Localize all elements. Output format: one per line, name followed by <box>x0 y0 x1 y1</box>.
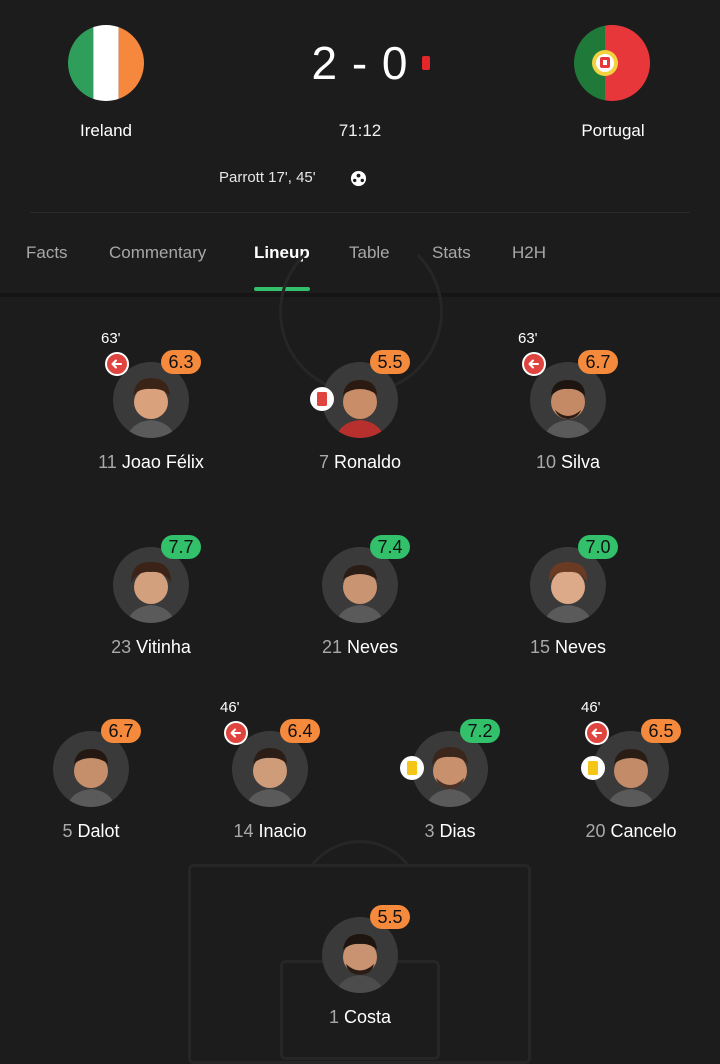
rating-badge: 6.3 <box>161 350 201 374</box>
player-ronaldo[interactable]: 5.5 7 Ronaldo <box>260 340 460 480</box>
player-name: 10 Silva <box>468 452 668 473</box>
player-number: 15 <box>529 637 550 657</box>
player-joao-felix[interactable]: 6.3 63' 11 Joao Félix <box>51 330 251 480</box>
player-ruben-neves[interactable]: 7.4 21 Neves <box>260 525 460 665</box>
rating-badge: 7.0 <box>578 535 618 559</box>
player-number: 21 <box>321 637 342 657</box>
rating-badge: 6.5 <box>641 719 681 743</box>
sub-minute: 46' <box>220 699 240 716</box>
rating-badge: 7.4 <box>370 535 410 559</box>
yellow-card-icon <box>400 756 424 780</box>
player-vitinha[interactable]: 7.7 23 Vitinha <box>51 525 251 665</box>
player-dias[interactable]: 7.2 3 Dias <box>350 709 550 849</box>
player-label: Joao Félix <box>121 452 204 472</box>
player-name: 3 Dias <box>350 821 550 842</box>
player-dalot[interactable]: 6.7 5 Dalot <box>0 709 191 849</box>
rating-badge: 5.5 <box>370 905 410 929</box>
sub-minute: 63' <box>101 330 121 347</box>
header-divider <box>30 212 690 213</box>
player-number: 23 <box>111 637 132 657</box>
player-number: 3 <box>424 821 435 841</box>
match-clock: 71:12 <box>338 121 382 140</box>
player-number: 20 <box>585 821 606 841</box>
player-number: 1 <box>328 1007 339 1027</box>
sub-off-arrow-icon <box>105 352 129 376</box>
player-joao-neves[interactable]: 7.0 15 Neves <box>468 525 668 665</box>
sub-off-arrow-icon <box>585 721 609 745</box>
red-card-icon <box>310 387 334 411</box>
player-number: 14 <box>233 821 254 841</box>
goal-scorer[interactable]: Parrott 17', 45' <box>219 169 316 186</box>
rating-badge: 6.7 <box>101 719 141 743</box>
player-name: 15 Neves <box>468 637 668 658</box>
player-label: Neves <box>347 637 399 657</box>
player-label: Dalot <box>77 821 120 841</box>
player-silva[interactable]: 6.7 63' 10 Silva <box>468 330 668 480</box>
player-label: Ronaldo <box>333 452 402 472</box>
player-number: 10 <box>535 452 556 472</box>
tab-h2h[interactable]: H2H <box>512 243 546 263</box>
player-label: Cancelo <box>610 821 677 841</box>
player-label: Costa <box>344 1007 392 1027</box>
rating-badge: 6.7 <box>578 350 618 374</box>
player-name: 5 Dalot <box>0 821 191 842</box>
football-icon <box>350 170 367 187</box>
player-name: 1 Costa <box>260 1007 460 1028</box>
player-number: 11 <box>98 452 117 472</box>
player-label: Neves <box>555 637 607 657</box>
tab-commentary[interactable]: Commentary <box>109 243 206 263</box>
rating-badge: 7.7 <box>161 535 201 559</box>
player-cancelo[interactable]: 6.5 46' 20 Cancelo <box>531 699 720 849</box>
sub-minute: 46' <box>581 699 601 716</box>
match-score: 2 - 0 <box>311 37 409 89</box>
sub-off-arrow-icon <box>522 352 546 376</box>
player-number: 5 <box>62 821 73 841</box>
live-indicator-icon <box>422 56 430 70</box>
rating-badge: 7.2 <box>460 719 500 743</box>
player-label: Vitinha <box>136 637 191 657</box>
tab-facts[interactable]: Facts <box>26 243 68 263</box>
rating-badge: 6.4 <box>280 719 320 743</box>
player-number: 7 <box>318 452 329 472</box>
player-costa[interactable]: 5.5 1 Costa <box>260 895 460 1035</box>
player-name: 20 Cancelo <box>531 821 720 842</box>
rating-badge: 5.5 <box>370 350 410 374</box>
sub-minute: 63' <box>518 330 538 347</box>
player-inacio[interactable]: 6.4 46' 14 Inacio <box>170 699 370 849</box>
sub-off-arrow-icon <box>224 721 248 745</box>
player-label: Silva <box>561 452 601 472</box>
player-name: 21 Neves <box>260 637 460 658</box>
player-name: 14 Inacio <box>170 821 370 842</box>
player-name: 7 Ronaldo <box>260 452 460 473</box>
player-label: Dias <box>439 821 476 841</box>
yellow-card-icon <box>581 756 605 780</box>
tab-stats[interactable]: Stats <box>432 243 471 263</box>
player-name: 23 Vitinha <box>51 637 251 658</box>
player-label: Inacio <box>258 821 307 841</box>
player-name: 11 Joao Félix <box>51 452 251 473</box>
